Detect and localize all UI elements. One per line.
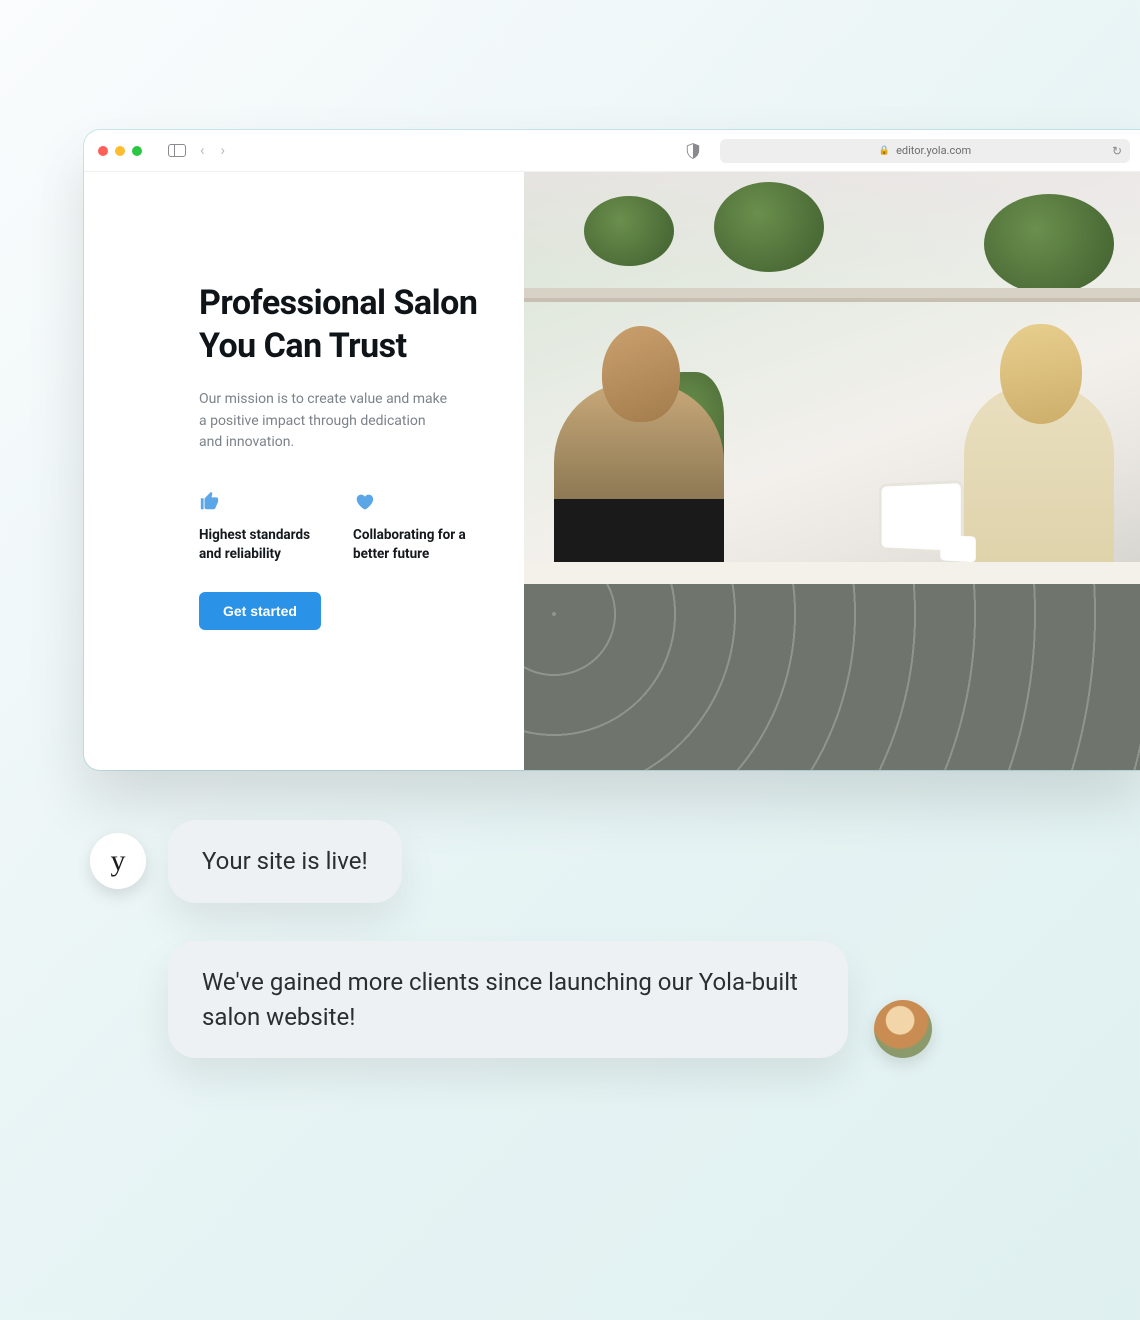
close-window-icon[interactable]	[98, 146, 108, 156]
hero-left-column: Professional Salon You Can Trust Our mis…	[84, 172, 524, 770]
address-bar-url: editor.yola.com	[896, 144, 971, 157]
get-started-button[interactable]: Get started	[199, 592, 321, 630]
hero-image	[524, 172, 1140, 770]
heart-icon	[353, 490, 375, 512]
chat-row: We've gained more clients since launchin…	[168, 941, 1080, 1059]
lock-icon: 🔒	[879, 146, 890, 156]
feature-text: Collaborating for a better future	[353, 526, 473, 564]
chat-bubble-user: We've gained more clients since launchin…	[168, 941, 848, 1059]
chat-row: y Your site is live!	[90, 820, 1080, 903]
feature-text: Highest standards and reliability	[199, 526, 319, 564]
chat-area: y Your site is live! We've gained more c…	[90, 820, 1080, 1058]
yola-avatar: y	[90, 833, 146, 889]
nav-back-icon[interactable]: ‹	[198, 143, 207, 158]
thumbs-up-icon	[199, 490, 221, 512]
browser-window: ‹ › 🔒 editor.yola.com ↻ Professional Sal…	[84, 130, 1140, 770]
chat-bubble-system: Your site is live!	[168, 820, 402, 903]
user-avatar	[874, 1000, 932, 1058]
window-controls	[98, 146, 142, 156]
hero-subtext: Our mission is to create value and make …	[199, 389, 449, 454]
plant-decor	[984, 194, 1114, 294]
feature-item: Collaborating for a better future	[353, 490, 473, 564]
plant-decor	[714, 182, 824, 272]
reload-icon[interactable]: ↻	[1112, 144, 1122, 158]
feature-row: Highest standards and reliability Collab…	[199, 490, 484, 564]
minimize-window-icon[interactable]	[115, 146, 125, 156]
pos-tablet	[879, 480, 964, 554]
shelf-decor	[524, 288, 1140, 298]
plant-decor	[584, 196, 674, 266]
counter-top	[524, 562, 1140, 584]
site-preview: Professional Salon You Can Trust Our mis…	[84, 172, 1140, 770]
privacy-shield-icon[interactable]	[686, 143, 700, 159]
maximize-window-icon[interactable]	[132, 146, 142, 156]
counter-front	[524, 584, 1140, 770]
browser-toolbar: ‹ › 🔒 editor.yola.com ↻	[84, 130, 1140, 172]
hero-heading: Professional Salon You Can Trust	[199, 282, 484, 367]
chat-message: Your site is live!	[202, 847, 368, 875]
address-bar[interactable]: 🔒 editor.yola.com ↻	[720, 139, 1130, 163]
shelf-decor	[524, 298, 1140, 302]
nav-forward-icon[interactable]: ›	[219, 143, 228, 158]
chat-message: We've gained more clients since launchin…	[202, 968, 798, 1031]
sidebar-toggle-icon[interactable]	[168, 144, 186, 157]
avatar-letter: y	[111, 844, 126, 878]
feature-item: Highest standards and reliability	[199, 490, 319, 564]
